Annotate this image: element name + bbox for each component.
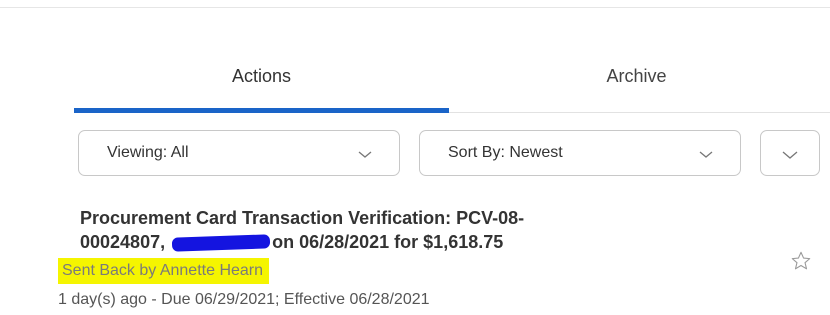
inbox-panel: Actions Archive Viewing: All Sort By: Ne… (0, 0, 830, 315)
item-status: Sent Back by Annette Hearn (62, 262, 264, 279)
item-meta: 1 day(s) ago - Due 06/29/2021; Effective… (58, 291, 430, 308)
item-title-line-2: 00024807, on 06/28/2021 for $1,618.75 (80, 230, 830, 254)
redaction-mark (171, 234, 271, 252)
item-title-suffix: on 06/28/2021 for $1,618.75 (272, 232, 504, 252)
status-highlight: Sent Back by Annette Hearn (58, 258, 270, 284)
viewing-filter-dropdown[interactable]: Viewing: All (78, 130, 400, 176)
chevron-down-icon (782, 151, 798, 159)
tab-bar: Actions Archive (0, 40, 830, 116)
star-outline-icon[interactable] (790, 250, 812, 272)
viewing-filter-label: Viewing: All (107, 144, 189, 161)
sort-by-dropdown[interactable]: Sort By: Newest (419, 130, 741, 176)
more-options-dropdown[interactable] (760, 130, 820, 176)
item-title-line-1: Procurement Card Transaction Verificatio… (80, 208, 525, 228)
chevron-down-icon (358, 151, 372, 158)
tab-archive[interactable]: Archive (449, 40, 824, 112)
tab-actions[interactable]: Actions (74, 40, 449, 112)
top-divider (0, 7, 830, 8)
sort-by-label: Sort By: Newest (448, 144, 563, 161)
item-title-prefix: 00024807, (80, 232, 171, 252)
chevron-down-icon (699, 151, 713, 158)
active-tab-indicator (74, 108, 449, 113)
list-item[interactable]: Procurement Card Transaction Verificatio… (80, 206, 830, 254)
